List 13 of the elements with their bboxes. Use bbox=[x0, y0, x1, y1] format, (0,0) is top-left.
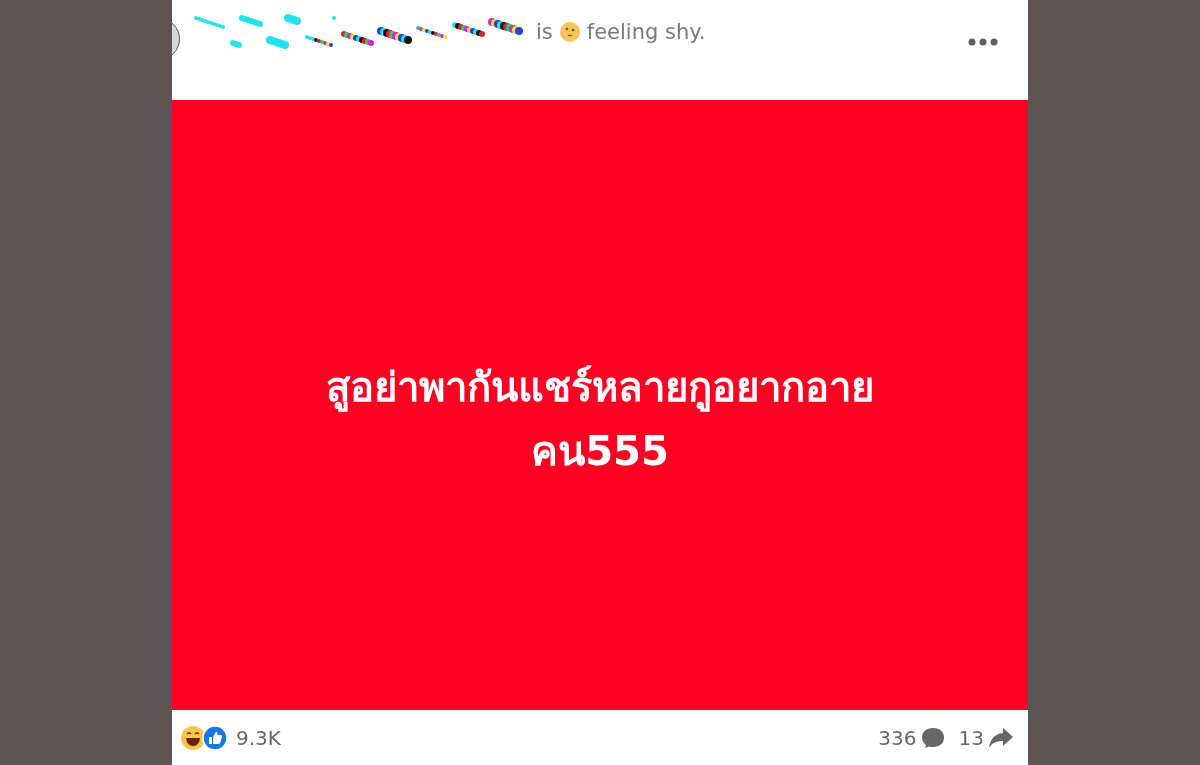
comment-count[interactable]: 336 bbox=[878, 725, 917, 750]
status-verb: is bbox=[536, 20, 553, 44]
post-text: สูอย่าพากันแชร์หลายกูอยากอาย bbox=[326, 363, 874, 414]
more-options-icon[interactable] bbox=[968, 38, 998, 46]
post-text: คน555 bbox=[531, 427, 669, 476]
shy-face-icon bbox=[558, 21, 581, 43]
reaction-count[interactable]: 9.3K bbox=[236, 725, 281, 750]
thumbs-up-icon[interactable] bbox=[202, 724, 228, 751]
speech-bubble-icon[interactable] bbox=[920, 726, 945, 749]
share-count[interactable]: 13 bbox=[958, 725, 984, 750]
share-arrow-icon[interactable] bbox=[988, 726, 1014, 749]
feeling-text: feeling shy. bbox=[586, 20, 706, 44]
laughing-face-icon[interactable] bbox=[180, 724, 206, 751]
